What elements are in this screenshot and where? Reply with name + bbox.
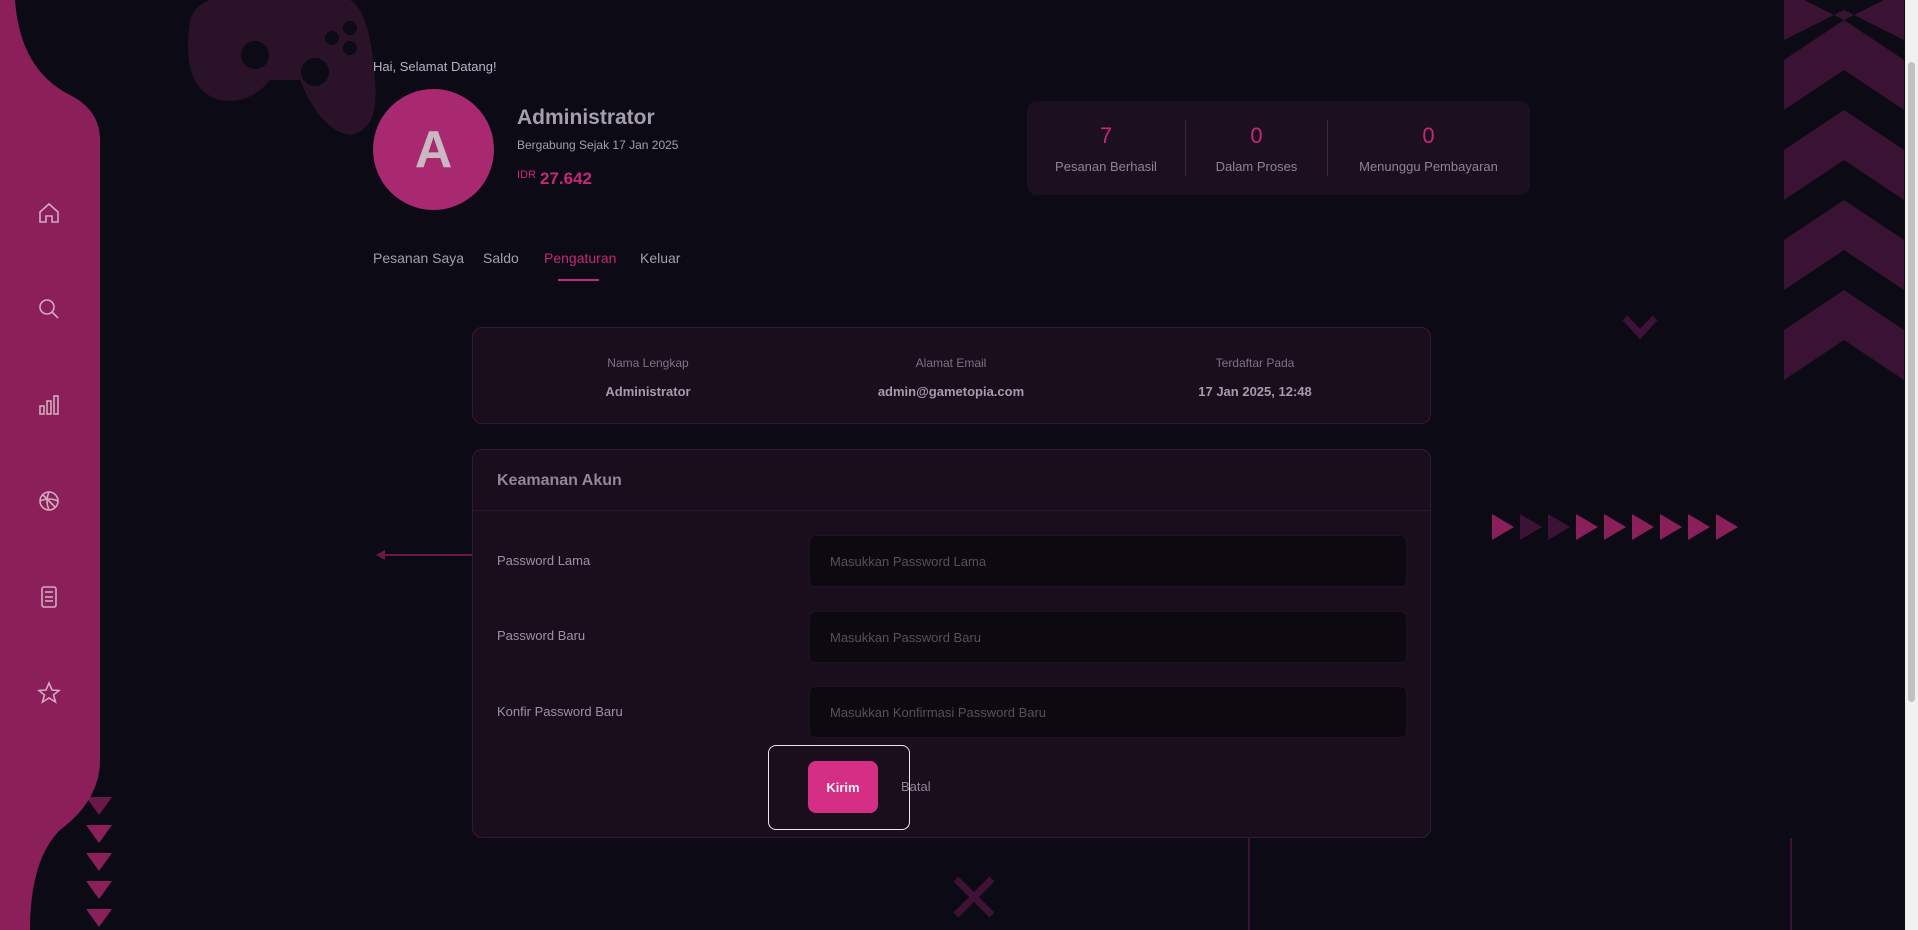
old-password-label: Password Lama xyxy=(497,553,591,568)
balance-currency: IDR xyxy=(517,169,536,181)
globe-icon[interactable] xyxy=(36,488,62,514)
stat-label: Dalam Proses xyxy=(1215,158,1298,174)
order-stats: 7 Pesanan Berhasil 0 Dalam Proses 0 Menu… xyxy=(1027,101,1530,195)
confirm-password-label: Konfir Password Baru xyxy=(497,704,623,719)
home-icon[interactable] xyxy=(36,200,62,226)
tab-balance[interactable]: Saldo xyxy=(483,250,519,266)
checkmark-decoration xyxy=(1622,315,1658,340)
divider xyxy=(473,510,1430,511)
old-password-input[interactable] xyxy=(809,535,1407,587)
stat-label: Menunggu Pembayaran xyxy=(1359,158,1498,174)
balance: IDR 27.642 xyxy=(517,169,592,189)
chevron-stripes-decoration xyxy=(1784,0,1904,380)
sidebar-background xyxy=(0,0,100,930)
vertical-lines-decoration xyxy=(1248,838,1792,930)
scrollbar[interactable] xyxy=(1905,0,1918,930)
stat-value: 0 xyxy=(1422,122,1435,148)
tab-logout[interactable]: Keluar xyxy=(640,250,680,266)
info-registered: Terdaftar Pada 17 Jan 2025, 12:48 xyxy=(1125,356,1385,399)
joined-date: Bergabung Sejak 17 Jan 2025 xyxy=(517,138,679,152)
stat-successful-orders: 7 Pesanan Berhasil xyxy=(1027,123,1185,174)
stat-in-process: 0 Dalam Proses xyxy=(1186,123,1327,174)
stat-label: Pesanan Berhasil xyxy=(1055,158,1157,174)
submit-button[interactable]: Kirim xyxy=(808,761,878,813)
info-label: Alamat Email xyxy=(915,356,987,370)
cancel-button[interactable]: Batal xyxy=(901,779,931,794)
x-decoration xyxy=(953,876,995,918)
security-title: Keamanan Akun xyxy=(497,472,622,489)
greeting-text: Hai, Selamat Datang! xyxy=(373,59,497,74)
info-label: Nama Lengkap xyxy=(607,356,689,370)
account-security-card: Keamanan Akun Password Lama Password Bar… xyxy=(472,449,1431,838)
sidebar xyxy=(0,0,100,930)
info-full-name: Nama Lengkap Administrator xyxy=(518,356,778,399)
star-icon[interactable] xyxy=(36,680,62,706)
search-icon[interactable] xyxy=(36,296,62,322)
arrow-line-decoration xyxy=(376,550,476,560)
stat-value: 0 xyxy=(1250,122,1263,148)
info-value: Administrator xyxy=(605,384,691,399)
tab-settings[interactable]: Pengaturan xyxy=(544,250,616,266)
account-info-card: Nama Lengkap Administrator Alamat Email … xyxy=(472,327,1431,424)
calculator-icon[interactable] xyxy=(36,584,62,610)
new-password-input[interactable] xyxy=(809,611,1407,663)
info-label: Terdaftar Pada xyxy=(1215,356,1295,370)
confirm-password-input[interactable] xyxy=(809,686,1407,738)
info-value: 17 Jan 2025, 12:48 xyxy=(1198,384,1312,399)
balance-amount: 27.642 xyxy=(539,169,592,188)
triangles-decoration xyxy=(1492,514,1738,540)
stat-awaiting-payment: 0 Menunggu Pembayaran xyxy=(1328,123,1529,174)
gamepad-decoration xyxy=(188,0,376,135)
stat-value: 7 xyxy=(1099,122,1113,148)
info-email: Alamat Email admin@gametopia.com xyxy=(821,356,1081,399)
avatar: A xyxy=(373,89,494,210)
scrollbar-thumb[interactable] xyxy=(1908,62,1915,702)
user-name: Administrator xyxy=(517,106,655,129)
tab-my-orders[interactable]: Pesanan Saya xyxy=(373,250,464,266)
new-password-label: Password Baru xyxy=(497,628,586,643)
chart-icon[interactable] xyxy=(36,392,62,418)
info-value: admin@gametopia.com xyxy=(877,384,1025,399)
active-tab-indicator xyxy=(558,279,599,281)
